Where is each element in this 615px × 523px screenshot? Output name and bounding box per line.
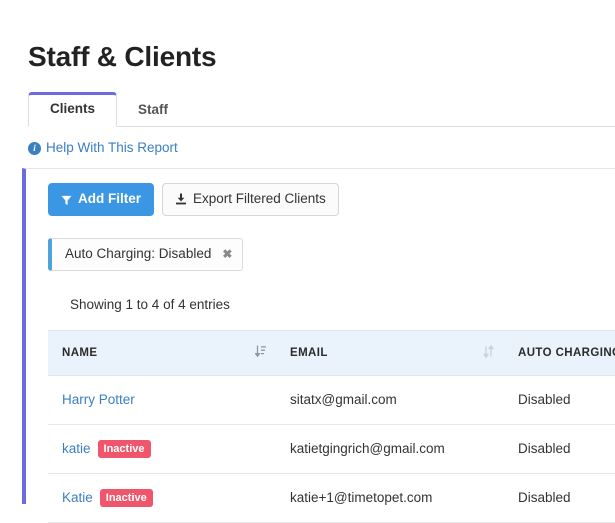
column-header-email-label: EMAIL xyxy=(290,347,328,359)
tab-staff[interactable]: Staff xyxy=(117,94,189,127)
report-panel: Add Filter Export Filtered Clients Auto … xyxy=(22,168,615,523)
tab-clients[interactable]: Clients xyxy=(28,92,118,127)
table-row: katie Inactive katietgingrich@gmail.com D… xyxy=(48,424,615,474)
cell-auto-charging: Disabled xyxy=(504,375,615,425)
help-with-report-link[interactable]: i Help With This Report xyxy=(28,140,178,156)
export-filtered-clients-label: Export Filtered Clients xyxy=(193,191,326,206)
tab-clients-label: Clients xyxy=(50,101,96,116)
export-filtered-clients-button[interactable]: Export Filtered Clients xyxy=(162,183,339,216)
cell-name: Harry Potter xyxy=(48,375,276,425)
tab-staff-label: Staff xyxy=(138,102,169,117)
add-filter-label: Add Filter xyxy=(78,191,141,206)
close-x-icon[interactable]: ✖ xyxy=(222,248,232,260)
sort-amount-asc-icon xyxy=(254,345,266,361)
client-name-link[interactable]: Harry Potter xyxy=(62,392,135,407)
tab-bar: Clients Staff xyxy=(28,92,615,127)
clients-table-head: NAME EMAIL AUTO CHARGING xyxy=(48,330,615,376)
info-circle-icon: i xyxy=(28,141,41,155)
active-filters: Auto Charging: Disabled ✖ xyxy=(48,238,615,271)
cell-name: katie Inactive xyxy=(48,424,276,474)
status-badge: Inactive xyxy=(97,440,151,458)
table-header-row: NAME EMAIL AUTO CHARGING xyxy=(48,330,615,376)
column-header-name[interactable]: NAME xyxy=(48,330,276,376)
cell-auto-charging: Disabled xyxy=(504,424,615,474)
clients-table: NAME EMAIL AUTO CHARGING Harry Potter si… xyxy=(48,330,615,523)
filter-chip-auto-charging[interactable]: Auto Charging: Disabled ✖ xyxy=(48,238,244,271)
page-title: Staff & Clients xyxy=(28,41,217,72)
help-link-label: Help With This Report xyxy=(46,140,178,155)
report-panel-body: Add Filter Export Filtered Clients Auto … xyxy=(26,169,615,523)
column-header-email[interactable]: EMAIL xyxy=(276,330,504,376)
client-name-link[interactable]: Katie xyxy=(62,490,93,505)
staff-clients-report-page: Staff & Clients Clients Staff i Help Wit… xyxy=(0,0,615,523)
cell-name: Katie Inactive xyxy=(48,473,276,523)
filter-chip-label: Auto Charging: Disabled xyxy=(65,246,212,261)
client-name-link[interactable]: katie xyxy=(62,441,91,456)
column-header-name-label: NAME xyxy=(62,347,98,359)
column-header-auto-charging[interactable]: AUTO CHARGING xyxy=(504,330,615,376)
status-badge: Inactive xyxy=(99,489,153,507)
column-header-auto-charging-label: AUTO CHARGING xyxy=(518,347,615,359)
table-row: Harry Potter sitatx@gmail.com Disabled xyxy=(48,375,615,425)
sort-updown-icon xyxy=(482,344,495,361)
table-row: Katie Inactive katie+1@timetopet.com Disa… xyxy=(48,473,615,523)
entries-summary: Showing 1 to 4 of 4 entries xyxy=(70,297,230,312)
cell-email: katie+1@timetopet.com xyxy=(276,473,504,523)
report-toolbar: Add Filter Export Filtered Clients xyxy=(48,183,615,216)
filter-funnel-icon xyxy=(61,194,72,205)
add-filter-button[interactable]: Add Filter xyxy=(48,183,154,216)
cell-email: sitatx@gmail.com xyxy=(276,375,504,425)
clients-table-body: Harry Potter sitatx@gmail.com Disabled k… xyxy=(48,375,615,523)
cell-email: katietgingrich@gmail.com xyxy=(276,424,504,474)
download-icon xyxy=(175,193,187,205)
clients-table-container: NAME EMAIL AUTO CHARGING Harry Potter si… xyxy=(48,330,615,523)
cell-auto-charging: Disabled xyxy=(504,473,615,523)
